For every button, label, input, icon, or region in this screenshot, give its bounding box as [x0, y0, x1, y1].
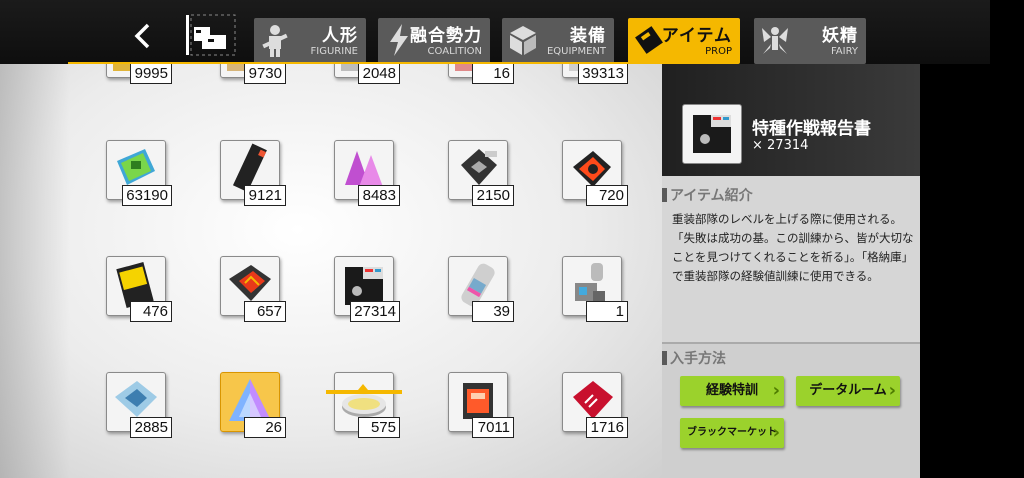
tab-label-en: FAIRY — [830, 46, 858, 57]
exp-training-button[interactable]: 経験特訓 › — [680, 376, 784, 406]
selection-indicator — [326, 390, 402, 394]
section-marker — [662, 351, 667, 365]
chevron-right-icon: › — [772, 380, 780, 401]
tab-coalition[interactable]: 融合勢力 COALITION — [378, 18, 490, 64]
item-count: 39 — [472, 301, 514, 322]
chevron-right-icon: › — [888, 380, 896, 401]
item-slot[interactable]: 657 — [220, 256, 286, 322]
item-count: 8483 — [358, 185, 400, 206]
item-count: 657 — [244, 301, 286, 322]
item-detail-panel: 特種作戦報告書 × 27314 アイテム紹介 重装部隊のレベルを上げる際に使用さ… — [662, 64, 920, 478]
acquire-title: 入手方法 — [670, 351, 726, 367]
item-count: 2048 — [358, 64, 400, 84]
tab-label-jp: 妖精 — [822, 26, 858, 46]
item-count: 720 — [586, 185, 628, 206]
item-slot[interactable]: 2885 — [106, 372, 172, 438]
item-count: 63190 — [122, 185, 172, 206]
detail-thumbnail — [682, 104, 742, 164]
floppy-disk-icon — [693, 115, 731, 153]
button-label: 経験特訓 — [705, 383, 758, 398]
item-slot[interactable]: 2048 — [334, 64, 400, 84]
description-title: アイテム紹介 — [670, 188, 753, 204]
item-slot[interactable]: 26 — [220, 372, 286, 438]
item-slot[interactable]: 8483 — [334, 140, 400, 206]
item-slot[interactable]: 720 — [562, 140, 628, 206]
item-count: 27314 — [350, 301, 400, 322]
item-slot[interactable]: 7011 — [448, 372, 514, 438]
item-slot[interactable]: 9995 — [106, 64, 172, 84]
cube-icon — [510, 26, 536, 55]
item-slot[interactable]: 2150 — [448, 140, 514, 206]
item-slot[interactable]: 1 — [562, 256, 628, 322]
tab-label-jp: アイテム — [661, 26, 732, 46]
tab-label-jp: 人形 — [322, 26, 358, 46]
item-description: 重装部隊のレベルを上げる際に使用される。「失敗は成功の基。この訓練から、皆が大切… — [672, 212, 914, 283]
figurine-icon — [262, 25, 288, 57]
inventory-screen: 人形 FIGURINE 融合勢力 COALITION 装備 EQUIPMENT … — [0, 0, 1024, 478]
item-count: 39313 — [578, 64, 628, 84]
item-count: 575 — [358, 417, 400, 438]
tab-prop[interactable]: アイテム PROP — [628, 18, 740, 64]
tab-equipment[interactable]: 装備 EQUIPMENT — [502, 18, 614, 64]
item-grid[interactable]: 9995 9730 2048 16 39313 63190 9121 8483 … — [0, 64, 662, 478]
button-label: ブラックマーケット — [687, 427, 777, 438]
tab-label-jp: 装備 — [570, 26, 606, 46]
item-slot[interactable]: 27314 — [334, 256, 400, 322]
item-count: 16 — [472, 64, 514, 84]
item-slot[interactable]: 63190 — [106, 140, 172, 206]
tab-label-en: COALITION — [427, 46, 482, 57]
item-count: 2150 — [472, 185, 514, 206]
item-count: 1 — [586, 301, 628, 322]
item-quantity: × 27314 — [752, 138, 809, 153]
tab-label-en: PROP — [705, 46, 732, 57]
screen-edge — [920, 64, 1024, 478]
item-slot[interactable]: 39313 — [562, 64, 628, 84]
item-slot[interactable]: 39 — [448, 256, 514, 322]
item-slot[interactable]: 16 — [448, 64, 514, 84]
item-count: 2885 — [130, 417, 172, 438]
black-market-button[interactable]: ブラックマーケット › — [680, 418, 784, 448]
item-count: 476 — [130, 301, 172, 322]
detail-header: 特種作戦報告書 × 27314 — [662, 64, 920, 176]
item-name: 特種作戦報告書 — [752, 119, 871, 139]
item-slot[interactable]: 9730 — [220, 64, 286, 84]
item-count: 26 — [244, 417, 286, 438]
data-room-button[interactable]: データルーム › — [796, 376, 900, 406]
top-nav-bar: 人形 FIGURINE 融合勢力 COALITION 装備 EQUIPMENT … — [0, 0, 990, 64]
tab-figurine[interactable]: 人形 FIGURINE — [254, 18, 366, 64]
item-slot[interactable]: 575 — [334, 372, 400, 438]
section-marker — [662, 188, 667, 202]
fairy-icon — [762, 27, 788, 54]
item-count: 9995 — [130, 64, 172, 84]
tab-label-en: FIGURINE — [310, 46, 358, 57]
tab-label-jp: 融合勢力 — [410, 26, 482, 46]
back-button[interactable] — [128, 20, 158, 52]
item-slot[interactable]: 1716 — [562, 372, 628, 438]
item-count: 9730 — [244, 64, 286, 84]
home-button[interactable] — [182, 13, 238, 57]
chevron-left-icon — [134, 23, 150, 49]
tab-label-en: EQUIPMENT — [546, 46, 606, 57]
item-count: 7011 — [472, 417, 514, 438]
item-count: 1716 — [586, 417, 628, 438]
acquire-section: 入手方法 経験特訓 › データルーム › ブラックマーケット › — [662, 344, 920, 478]
tab-fairy[interactable]: 妖精 FAIRY — [754, 18, 866, 64]
chevron-right-icon: › — [772, 422, 780, 443]
item-slot[interactable]: 476 — [106, 256, 172, 322]
prop-icon — [635, 26, 663, 54]
item-slot[interactable]: 9121 — [220, 140, 286, 206]
button-label: データルーム — [809, 383, 887, 398]
base-icon — [186, 14, 236, 56]
item-count: 9121 — [244, 185, 286, 206]
